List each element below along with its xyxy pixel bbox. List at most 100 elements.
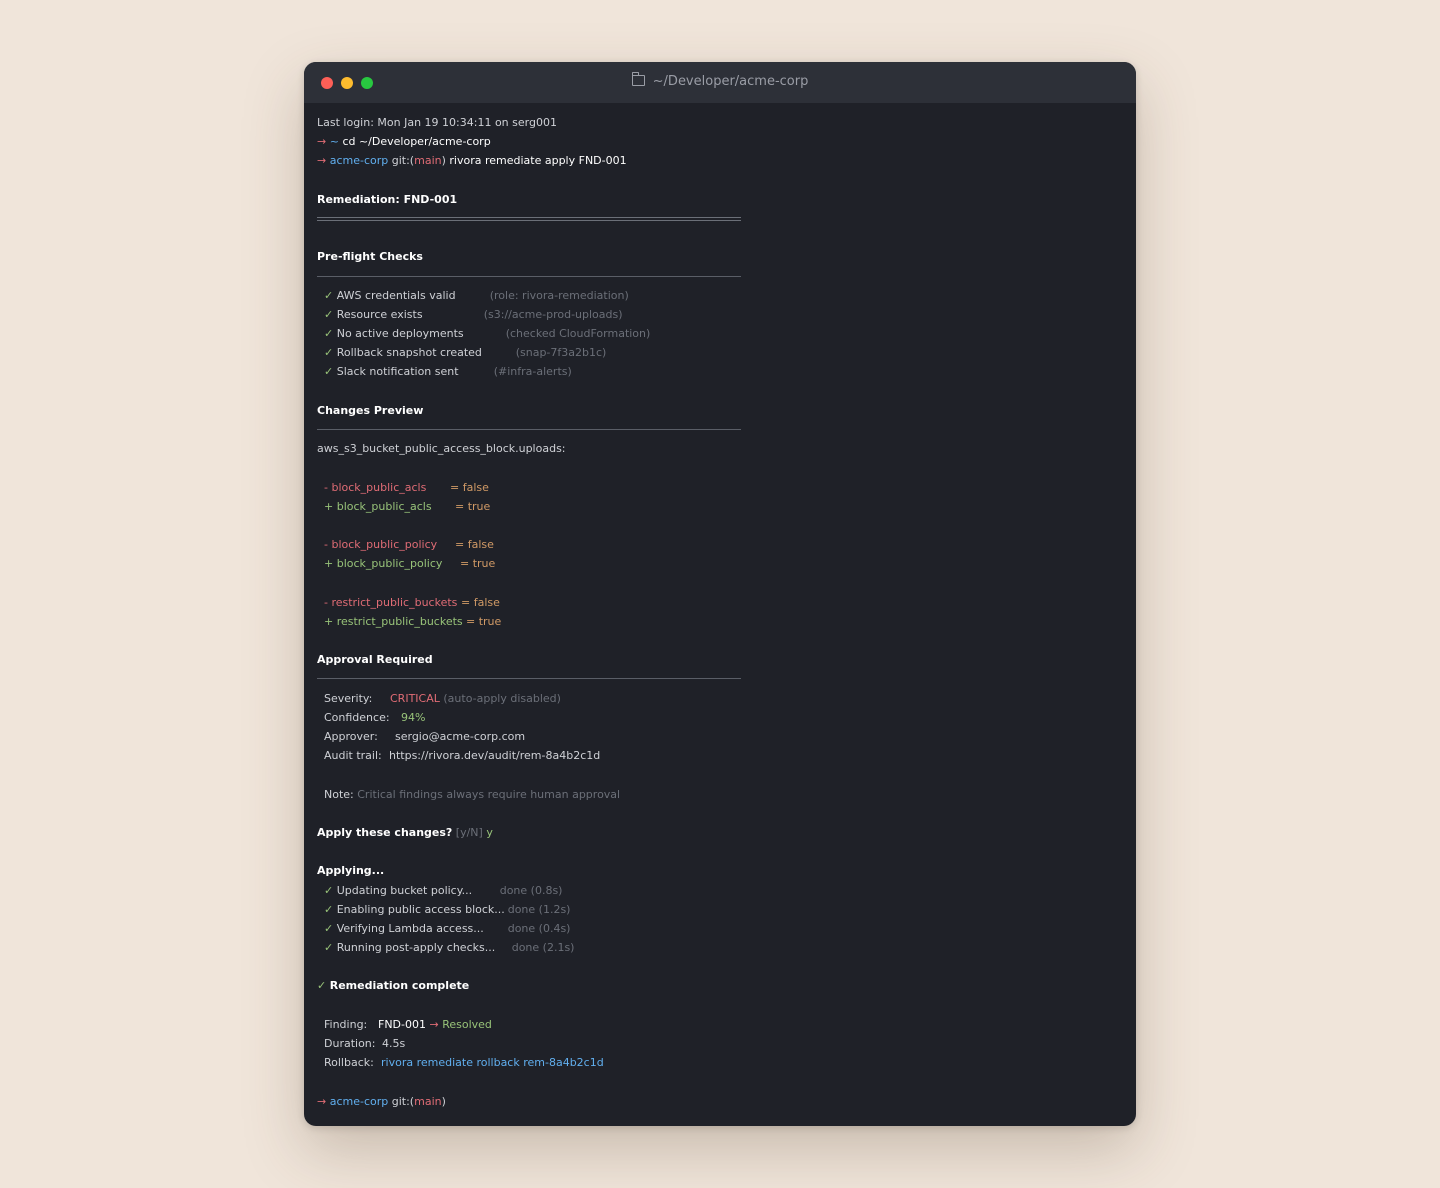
diff-value: = false bbox=[455, 538, 494, 552]
window-title: ~/Developer/acme-corp bbox=[304, 72, 1136, 90]
last-login-text: Last login: Mon Jan 19 10:34:11 on serg0… bbox=[317, 116, 557, 129]
step-status: done (2.1s) bbox=[511, 941, 575, 955]
check-icon: ✓ bbox=[324, 307, 334, 321]
rollback-label: Rollback: bbox=[324, 1056, 374, 1070]
severity-row: Severity: CRITICAL (auto-apply disabled) bbox=[317, 689, 741, 708]
diff-removed-line: - block_public_acls = false bbox=[317, 478, 741, 497]
apply-step: ✓ Running post-apply checks... done (2.1s… bbox=[317, 938, 741, 957]
apply-step: ✓ Enabling public access block... done (1… bbox=[317, 900, 741, 919]
prompt-dir: acme-corp bbox=[329, 1094, 389, 1108]
folder-icon bbox=[631, 72, 645, 86]
diff-key: - block_public_policy bbox=[324, 538, 438, 552]
approval-title: Approval Required bbox=[317, 653, 433, 667]
check-detail: (snap-7f3a2b1c) bbox=[515, 346, 607, 360]
window-title-text: ~/Developer/acme-corp bbox=[652, 74, 809, 89]
finding-label: Finding: bbox=[324, 1017, 368, 1031]
diff-value: = false bbox=[450, 480, 489, 494]
check-label: No active deployments bbox=[336, 327, 464, 341]
step-status: done (0.8s) bbox=[499, 883, 563, 897]
diff-added-line: + block_public_policy = true bbox=[317, 554, 741, 573]
audit-label: Audit trail: bbox=[324, 749, 382, 763]
check-icon: ✓ bbox=[324, 327, 334, 341]
prompt-arrow: → bbox=[317, 135, 327, 149]
check-label: Resource exists bbox=[336, 307, 423, 321]
prompt-line-2: → acme-corp git:(main) rivora remediate … bbox=[317, 151, 741, 170]
finding-id: FND-001 bbox=[378, 1017, 426, 1031]
git-prefix: git:( bbox=[391, 1094, 415, 1108]
confirm-question: Apply these changes? bbox=[317, 825, 453, 839]
note-text: Critical findings always require human a… bbox=[357, 787, 621, 801]
diff-key: + restrict_public_buckets bbox=[324, 614, 463, 628]
terminal-output[interactable]: Last login: Mon Jan 19 10:34:11 on serg0… bbox=[317, 113, 741, 1111]
preflight-item: ✓ AWS credentials valid (role: rivora-rem… bbox=[317, 286, 741, 305]
diff-added-line: + block_public_acls = true bbox=[317, 497, 741, 516]
step-label: Enabling public access block... bbox=[336, 902, 505, 916]
command-text: cd ~/Developer/acme-corp bbox=[342, 135, 491, 149]
check-detail: (s3://acme-prod-uploads) bbox=[483, 307, 623, 321]
preflight-item: ✓ Rollback snapshot created (snap-7f3a2b1… bbox=[317, 343, 741, 362]
finding-row: Finding: FND-001 → Resolved bbox=[317, 1015, 741, 1034]
rollback-row: Rollback: rivora remediate rollback rem-8… bbox=[317, 1053, 741, 1072]
step-label: Running post-apply checks... bbox=[336, 941, 496, 955]
severity-value: CRITICAL bbox=[390, 691, 440, 705]
approver-value: sergio@acme-corp.com bbox=[395, 730, 526, 743]
prompt-arrow: → bbox=[317, 154, 327, 168]
check-detail: (#infra-alerts) bbox=[493, 365, 572, 379]
diff-key: + block_public_acls bbox=[324, 499, 432, 513]
confirm-options: [y/N] bbox=[455, 825, 483, 839]
confidence-label: Confidence: bbox=[324, 710, 390, 724]
apply-step: ✓ Verifying Lambda access... done (0.4s) bbox=[317, 919, 741, 938]
prompt-dir: acme-corp bbox=[329, 154, 389, 168]
step-label: Updating bucket policy... bbox=[336, 883, 473, 897]
git-suffix: ) bbox=[441, 1094, 446, 1108]
check-label: Slack notification sent bbox=[336, 365, 459, 379]
double-divider bbox=[317, 209, 741, 228]
git-branch: main bbox=[414, 1094, 442, 1108]
confidence-value: 94% bbox=[401, 710, 426, 724]
check-icon: ✓ bbox=[324, 288, 334, 302]
apply-step: ✓ Updating bucket policy... done (0.8s) bbox=[317, 881, 741, 900]
confirm-answer: y bbox=[486, 825, 493, 839]
check-icon: ✓ bbox=[324, 346, 334, 360]
audit-row: Audit trail: https://rivora.dev/audit/rem… bbox=[317, 746, 741, 765]
preflight-item: ✓ Slack notification sent (#infra-alerts) bbox=[317, 362, 741, 381]
title-bar: ~/Developer/acme-corp bbox=[304, 62, 1136, 103]
duration-row: Duration: 4.5s bbox=[317, 1034, 741, 1053]
changes-title: Changes Preview bbox=[317, 403, 424, 417]
diff-key: + block_public_policy bbox=[324, 557, 443, 571]
duration-value: 4.5s bbox=[382, 1037, 406, 1050]
command-text: rivora remediate apply FND-001 bbox=[449, 154, 627, 168]
terminal-window: ~/Developer/acme-corp Last login: Mon Ja… bbox=[304, 62, 1136, 1126]
check-icon: ✓ bbox=[317, 979, 327, 993]
audit-link[interactable]: https://rivora.dev/audit/rem-8a4b2c1d bbox=[389, 749, 600, 762]
applying-title: Applying... bbox=[317, 864, 385, 878]
diff-value: = false bbox=[461, 595, 500, 609]
preflight-item: ✓ Resource exists (s3://acme-prod-uploads… bbox=[317, 305, 741, 324]
check-detail: (role: rivora-remediation) bbox=[489, 288, 629, 302]
git-prefix: git:( bbox=[391, 154, 415, 168]
check-icon: ✓ bbox=[324, 902, 334, 916]
prompt-line-final[interactable]: → acme-corp git:(main) bbox=[317, 1092, 741, 1111]
approver-label: Approver: bbox=[324, 730, 378, 743]
prompt-line-1: → ~ cd ~/Developer/acme-corp bbox=[317, 132, 741, 151]
note-row: Note: Critical findings always require h… bbox=[317, 785, 741, 804]
duration-label: Duration: bbox=[324, 1037, 376, 1050]
diff-value: = true bbox=[460, 557, 496, 571]
resource-name: aws_s3_bucket_public_access_block.upload… bbox=[317, 442, 566, 456]
check-icon: ✓ bbox=[324, 365, 334, 379]
complete-heading: ✓ Remediation complete bbox=[317, 976, 741, 995]
check-detail: (checked CloudFormation) bbox=[505, 327, 651, 341]
remediation-heading: Remediation: FND-001 bbox=[317, 192, 458, 206]
note-label: Note: bbox=[324, 787, 354, 801]
diff-key: - restrict_public_buckets bbox=[324, 595, 458, 609]
diff-value: = true bbox=[466, 614, 502, 628]
check-label: AWS credentials valid bbox=[336, 288, 456, 302]
git-suffix: ) bbox=[441, 154, 446, 168]
rollback-command[interactable]: rivora remediate rollback rem-8a4b2c1d bbox=[381, 1056, 604, 1069]
confidence-row: Confidence: 94% bbox=[317, 708, 741, 727]
finding-status: Resolved bbox=[442, 1017, 492, 1031]
diff-removed-line: - restrict_public_buckets = false bbox=[317, 593, 741, 612]
check-icon: ✓ bbox=[324, 941, 334, 955]
divider bbox=[317, 267, 741, 286]
severity-note: (auto-apply disabled) bbox=[443, 691, 561, 705]
